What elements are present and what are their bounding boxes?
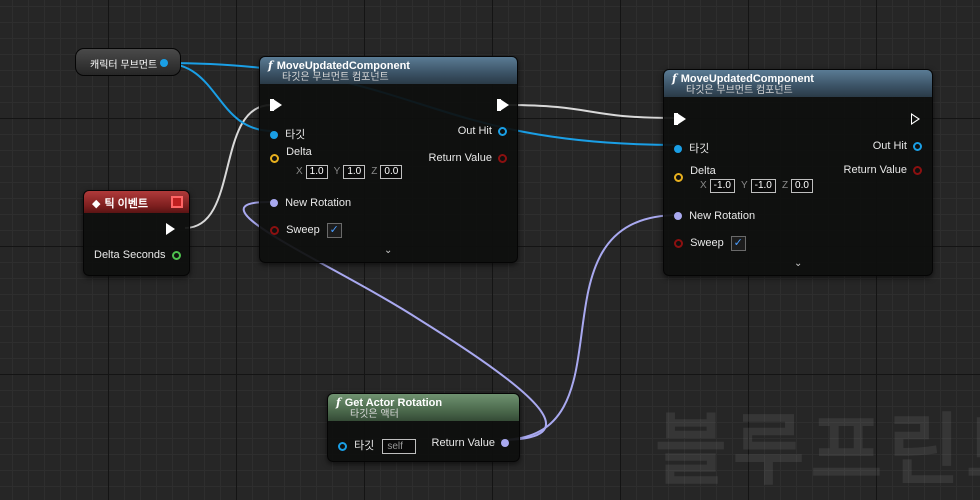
get-rotation-header: f Get Actor Rotation 타깃은 액터 <box>328 394 519 421</box>
move2-new-rotation-pin[interactable] <box>674 212 682 221</box>
move2-subtitle: 타깃은 무브먼트 컴포넌트 <box>686 85 793 96</box>
tick-exec-out-pin[interactable] <box>166 223 175 236</box>
move2-delta-z-input[interactable]: 0.0 <box>791 179 813 193</box>
move1-exec-in-pin[interactable] <box>270 99 282 112</box>
function-icon: f <box>672 72 677 85</box>
move2-delta-x-input[interactable]: -1.0 <box>709 179 735 193</box>
move2-title: MoveUpdatedComponent <box>680 73 814 85</box>
move1-new-rotation-row: New Rotation <box>270 197 351 209</box>
move2-exec-out-pin[interactable] <box>911 113 920 126</box>
move2-target-label: 타깃 <box>689 143 710 155</box>
move1-return-row: Return Value <box>429 152 507 164</box>
get-rotation-target-row: 타깃 self <box>338 437 417 454</box>
move1-new-rotation-pin[interactable] <box>270 199 278 208</box>
exec-wire-move1-to-move2 <box>505 104 675 119</box>
move2-target-pin[interactable] <box>674 145 682 154</box>
move1-out-hit-label: Out Hit <box>457 125 492 137</box>
move2-header: f MoveUpdatedComponent 타깃은 무브먼트 컴포넌트 <box>664 70 932 97</box>
move1-delta-values: X 1.0 Y 1.0 Z 0.0 <box>296 165 405 179</box>
move2-out-hit-pin[interactable] <box>913 141 922 151</box>
exec-out-icon <box>500 99 509 112</box>
get-rotation-return-label: Return Value <box>431 437 495 449</box>
get-rotation-subtitle: 타깃은 액터 <box>350 409 399 420</box>
event-diamond-icon: ◆ <box>92 198 101 210</box>
axis-z-label: Z <box>781 180 789 191</box>
move1-target-label: 타깃 <box>285 129 306 141</box>
move2-sweep-label: Sweep <box>690 237 724 250</box>
get-rotation-return-pin[interactable] <box>501 439 509 448</box>
move1-delta-pin[interactable] <box>270 153 279 163</box>
axis-y-label: Y <box>333 166 341 177</box>
move1-out-hit-row: Out Hit <box>458 125 507 137</box>
delta-seconds-pin[interactable] <box>171 250 181 260</box>
move-updated-component-node-1[interactable]: f MoveUpdatedComponent 타깃은 무브먼트 컴포넌트 타깃 O… <box>259 56 518 263</box>
move2-new-rotation-row: New Rotation <box>674 210 755 222</box>
function-icon: f <box>336 396 341 409</box>
move1-target-pin[interactable] <box>270 131 278 140</box>
chevron-down-icon[interactable]: ⌄ <box>384 245 392 256</box>
get-rotation-return-row: Return Value <box>432 437 509 449</box>
move1-header: f MoveUpdatedComponent 타깃은 무브먼트 컴포넌트 <box>260 57 517 84</box>
variable-label: 캐릭터 무브먼트 <box>90 60 158 71</box>
move2-sweep-row: Sweep ✓ <box>674 236 746 251</box>
move1-return-pin[interactable] <box>498 153 507 163</box>
exec-in-icon <box>273 99 282 112</box>
move2-out-hit-row: Out Hit <box>873 140 922 152</box>
move1-exec-out-pin[interactable] <box>497 99 509 112</box>
move1-new-rotation-label: New Rotation <box>285 197 352 209</box>
exec-out-hollow-icon <box>911 113 920 126</box>
move1-sweep-row: Sweep ✓ <box>270 223 342 238</box>
move2-delta-label: Delta <box>690 165 716 177</box>
event-stop-icon <box>171 196 183 208</box>
move1-delta-label: Delta <box>286 146 312 158</box>
move2-sweep-pin[interactable] <box>674 239 683 248</box>
move2-delta-values: X -1.0 Y -1.0 Z 0.0 <box>700 179 816 193</box>
get-actor-rotation-node[interactable]: f Get Actor Rotation 타깃은 액터 타깃 self Retur… <box>327 393 520 462</box>
move2-delta-y-input[interactable]: -1.0 <box>750 179 776 193</box>
move1-sweep-label: Sweep <box>286 224 320 237</box>
move1-delta-z-input[interactable]: 0.0 <box>380 165 403 179</box>
axis-y-label: Y <box>740 180 748 191</box>
move2-out-hit-label: Out Hit <box>872 140 907 152</box>
variable-output-pin[interactable] <box>160 59 168 67</box>
move2-return-label: Return Value <box>843 164 907 176</box>
axis-z-label: Z <box>371 166 378 177</box>
get-rotation-self-input[interactable]: self <box>382 439 417 454</box>
delta-seconds-label: Delta Seconds <box>94 249 166 261</box>
tick-event-node[interactable]: ◆ 틱 이벤트 Delta Seconds <box>83 190 190 276</box>
move2-exec-in-pin[interactable] <box>674 113 686 126</box>
move1-delta-y-input[interactable]: 1.0 <box>343 165 366 179</box>
move1-return-label: Return Value <box>428 152 492 164</box>
move1-out-hit-pin[interactable] <box>498 126 507 136</box>
tick-event-header: ◆ 틱 이벤트 <box>84 191 189 213</box>
tick-event-title: 틱 이벤트 <box>104 198 149 210</box>
move2-new-rotation-label: New Rotation <box>689 210 756 222</box>
get-rotation-target-label: 타깃 <box>354 440 375 452</box>
move2-return-row: Return Value <box>844 164 922 176</box>
move1-delta-row: Delta <box>270 146 312 164</box>
move-updated-component-node-2[interactable]: f MoveUpdatedComponent 타깃은 무브먼트 컴포넌트 타깃 O… <box>663 69 933 276</box>
move1-subtitle: 타깃은 무브먼트 컴포넌트 <box>282 72 389 83</box>
move1-delta-x-input[interactable]: 1.0 <box>305 165 328 179</box>
move2-return-pin[interactable] <box>913 165 922 175</box>
get-rotation-target-pin[interactable] <box>338 441 347 451</box>
axis-x-label: X <box>700 180 707 191</box>
chevron-down-icon[interactable]: ⌄ <box>794 258 802 269</box>
move1-sweep-pin[interactable] <box>270 226 279 235</box>
exec-in-icon <box>677 113 686 126</box>
move2-sweep-checkbox[interactable]: ✓ <box>730 236 746 251</box>
rotator-wire-to-move2 <box>499 214 680 441</box>
move1-target-row: 타깃 <box>270 126 305 142</box>
delta-seconds-row: Delta Seconds <box>94 249 181 261</box>
object-wire-var-to-move1-target <box>162 62 274 132</box>
get-rotation-title: Get Actor Rotation <box>344 397 443 409</box>
exec-out-icon <box>166 223 175 236</box>
move2-target-row: 타깃 <box>674 140 709 156</box>
move1-title: MoveUpdatedComponent <box>276 60 410 72</box>
move1-sweep-checkbox[interactable]: ✓ <box>326 223 342 238</box>
character-movement-variable-node[interactable]: 캐릭터 무브먼트 <box>75 48 181 76</box>
move2-delta-pin[interactable] <box>674 172 683 182</box>
function-icon: f <box>268 59 273 72</box>
axis-x-label: X <box>296 166 303 177</box>
